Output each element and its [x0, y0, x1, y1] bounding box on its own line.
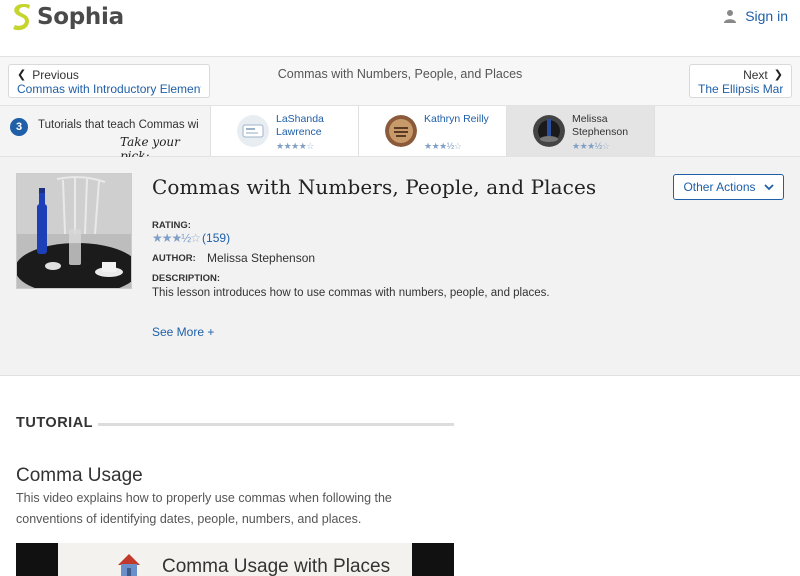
- other-actions-label: Other Actions: [683, 180, 756, 194]
- next-lesson-link[interactable]: The Ellipsis Mark: [698, 82, 783, 96]
- sign-in-link[interactable]: Sign in: [723, 8, 788, 24]
- rating-label: RATING:: [152, 220, 191, 231]
- author-name: Melissa Stephenson: [207, 251, 316, 265]
- lesson-header: Commas with Numbers, People, and Places …: [0, 157, 800, 376]
- tutor-rating-stars: ★★★★☆: [276, 141, 314, 151]
- tutorial-count-badge: 3: [10, 118, 28, 136]
- tutor-rating-stars: ★★★½☆: [572, 141, 610, 151]
- next-lesson-button[interactable]: Next ❯ The Ellipsis Mark: [689, 64, 792, 98]
- tutor-card-kathryn[interactable]: Kathryn Reilly ★★★½☆: [359, 106, 507, 156]
- video-player[interactable]: Comma Usage with Places: [16, 543, 454, 576]
- top-bar: Sophia Sign in: [0, 0, 800, 57]
- other-actions-dropdown[interactable]: Other Actions: [673, 174, 784, 200]
- previous-label: Previous: [32, 68, 79, 82]
- section-divider: [98, 423, 454, 426]
- tutor-name: LaShanda Lawrence: [276, 113, 324, 138]
- tutor-rating-stars: ★★★½☆: [424, 141, 462, 151]
- tutor-avatar: [237, 115, 269, 147]
- chevron-left-icon: ❮: [17, 69, 27, 81]
- next-label: Next: [743, 68, 768, 82]
- lesson-title: Commas with Numbers, People, and Places: [152, 175, 597, 199]
- chevron-down-icon: [763, 183, 774, 190]
- previous-lesson-button[interactable]: ❮ Previous Commas with Introductory Eleme…: [8, 64, 210, 98]
- house-icon: [118, 554, 140, 576]
- sign-in-label: Sign in: [745, 8, 788, 24]
- tutor-card-melissa[interactable]: Melissa Stephenson ★★★½☆: [507, 106, 655, 156]
- previous-lesson-link[interactable]: Commas with Introductory Elements: [17, 82, 201, 96]
- tutor-avatar: [385, 115, 417, 147]
- picker-intro: 3 Tutorials that teach Commas wi Take yo…: [0, 106, 211, 163]
- rating-row[interactable]: ★★★½☆ (159): [152, 231, 230, 245]
- see-more-link[interactable]: See More +: [152, 325, 214, 339]
- user-icon: [724, 10, 737, 23]
- chevron-right-icon: ❯: [773, 69, 783, 81]
- brand-name: Sophia: [37, 4, 124, 30]
- lesson-navigation: ❮ Previous Commas with Introductory Eleme…: [0, 57, 800, 105]
- rating-stars: ★★★½☆: [152, 231, 201, 245]
- tutor-name: Kathryn Reilly: [424, 113, 489, 125]
- tutorial-heading: TUTORIAL: [16, 415, 94, 431]
- video-caption: Comma Usage with Places: [162, 556, 391, 576]
- sophia-logo-icon: [13, 4, 30, 31]
- picker-label: Tutorials that teach Commas wi: [38, 119, 199, 131]
- tutor-name: Melissa Stephenson: [572, 113, 629, 138]
- tutor-avatar: [533, 115, 565, 147]
- tutor-card-lashanda[interactable]: LaShanda Lawrence ★★★★☆: [211, 106, 359, 156]
- current-lesson-title: Commas with Numbers, People, and Places: [277, 67, 523, 81]
- description-label: DESCRIPTION:: [152, 273, 221, 284]
- tutorial-picker: 3 Tutorials that teach Commas wi Take yo…: [0, 105, 800, 163]
- lesson-thumbnail: [16, 173, 132, 289]
- rating-count[interactable]: (159): [202, 231, 230, 245]
- lesson-description: This lesson introduces how to use commas…: [152, 287, 550, 299]
- tutorial-item-title: Comma Usage: [16, 465, 143, 486]
- sophia-logo[interactable]: Sophia: [10, 2, 124, 32]
- tutorial-item-description: This video explains how to properly use …: [16, 491, 392, 526]
- video-frame: Comma Usage with Places: [58, 543, 412, 576]
- author-label: AUTHOR:: [152, 253, 196, 264]
